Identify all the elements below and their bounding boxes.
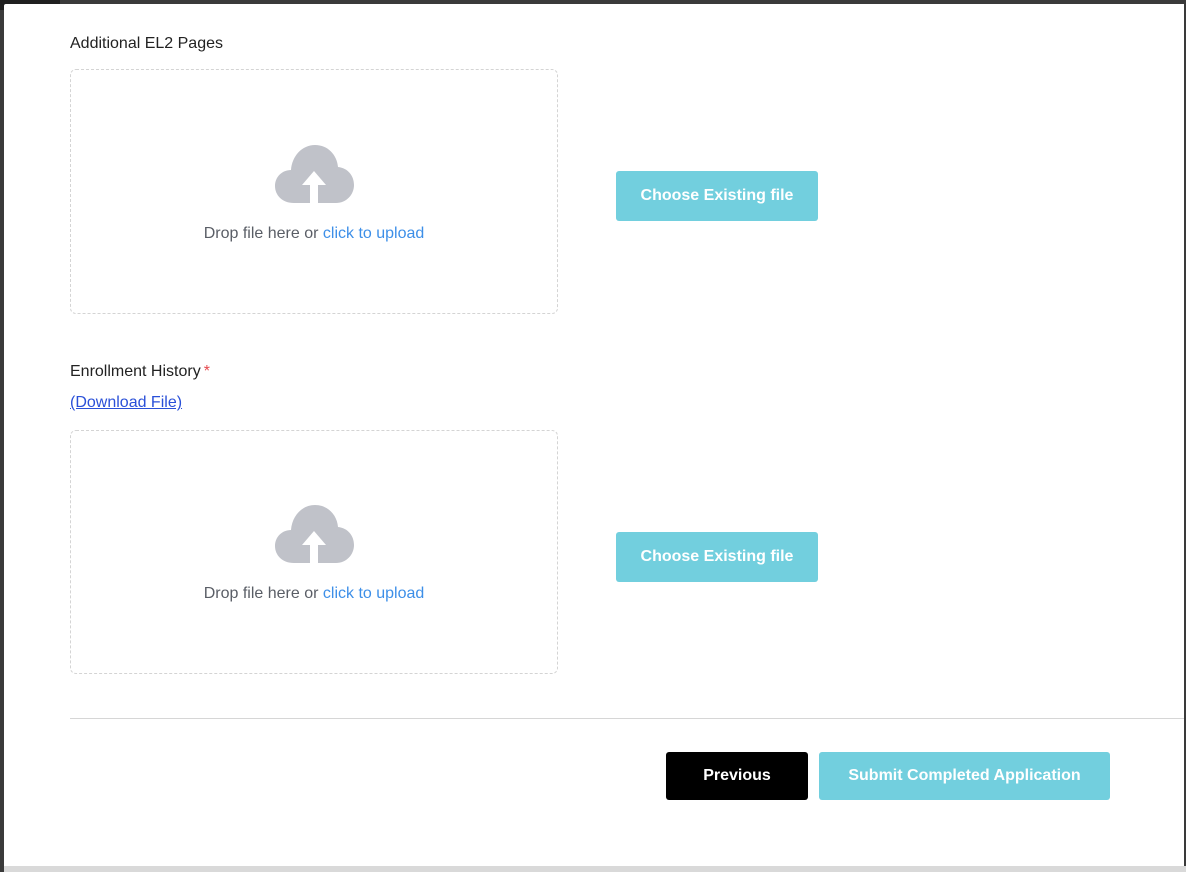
footer-divider	[70, 718, 1184, 719]
required-marker: *	[203, 363, 210, 380]
click-to-upload-link[interactable]: click to upload	[323, 225, 424, 242]
previous-button[interactable]: Previous	[666, 752, 808, 800]
dropzone-instruction: Drop file here or click to upload	[204, 585, 425, 603]
dropzone-enrollment-history[interactable]: Drop file here or click to upload	[70, 430, 558, 674]
cloud-upload-icon	[275, 505, 354, 563]
cloud-upload-icon	[275, 144, 354, 203]
click-to-upload-link[interactable]: click to upload	[323, 585, 424, 602]
choose-existing-file-button[interactable]: Choose Existing file	[616, 532, 818, 582]
download-file-link[interactable]: (Download File)	[70, 394, 182, 412]
dropzone-instruction: Drop file here or click to upload	[204, 225, 425, 243]
dropzone-additional-el2-pages[interactable]: Drop file here or click to upload	[70, 69, 558, 314]
submit-completed-application-button[interactable]: Submit Completed Application	[819, 752, 1110, 800]
section-label-additional-el2-pages: Additional EL2 Pages	[70, 35, 223, 53]
choose-existing-file-button[interactable]: Choose Existing file	[616, 171, 818, 221]
section-label-enrollment-history: Enrollment History *	[70, 363, 210, 381]
section-label-text: Enrollment History	[70, 363, 201, 380]
section-label-text: Additional EL2 Pages	[70, 35, 223, 52]
dropzone-text: Drop file here or	[203, 585, 323, 602]
upload-form-panel: Additional EL2 Pages Drop file here or c…	[4, 4, 1184, 866]
dropzone-text: Drop file here or	[203, 224, 323, 242]
bottom-scroll-strip	[4, 866, 1186, 872]
